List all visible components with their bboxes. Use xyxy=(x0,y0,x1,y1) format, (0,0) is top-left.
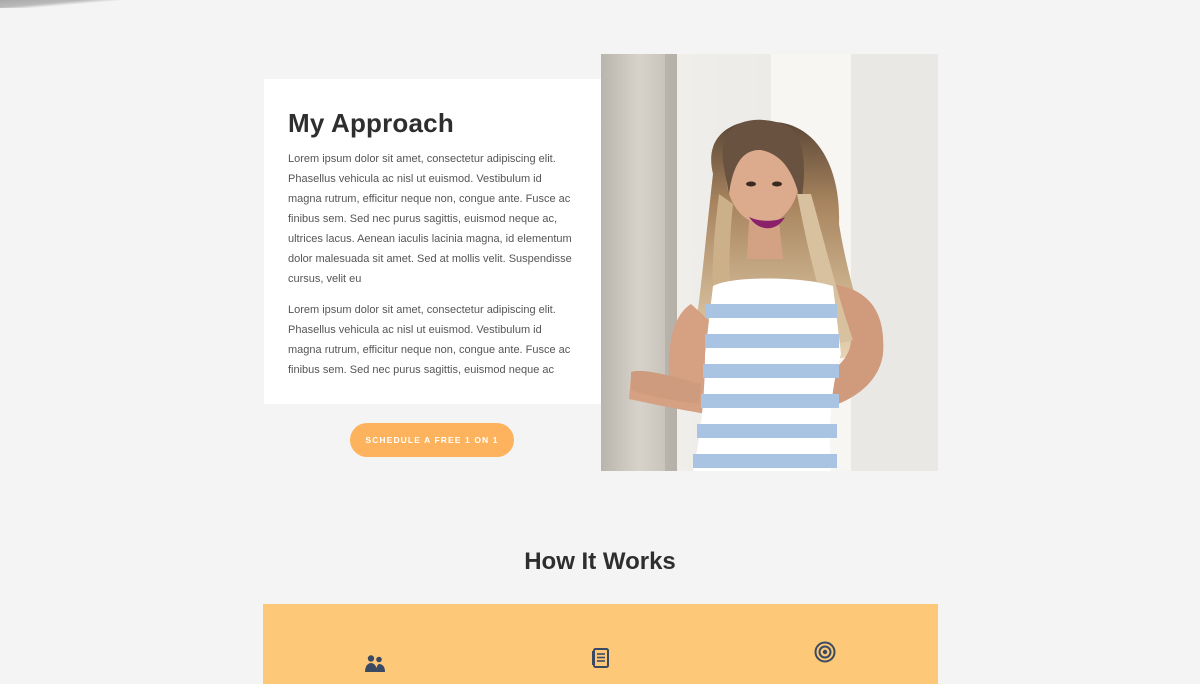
approach-paragraph-1: Lorem ipsum dolor sit amet, consectetur … xyxy=(288,153,572,285)
approach-title: My Approach xyxy=(288,108,454,138)
top-edge-shadow xyxy=(0,0,120,8)
document-icon xyxy=(589,646,613,670)
approach-paragraph-2: Lorem ipsum dolor sit amet, consectetur … xyxy=(288,304,571,376)
people-icon xyxy=(363,652,387,676)
portrait-photo xyxy=(601,54,938,471)
target-icon xyxy=(813,640,837,664)
approach-card: My Approach Lorem ipsum dolor sit amet, … xyxy=(264,79,601,404)
portrait-illustration xyxy=(601,54,938,471)
how-it-works-band xyxy=(263,604,938,684)
schedule-button[interactable]: SCHEDULE A FREE 1 ON 1 xyxy=(350,423,514,457)
how-it-works-title: How It Works xyxy=(524,548,676,575)
